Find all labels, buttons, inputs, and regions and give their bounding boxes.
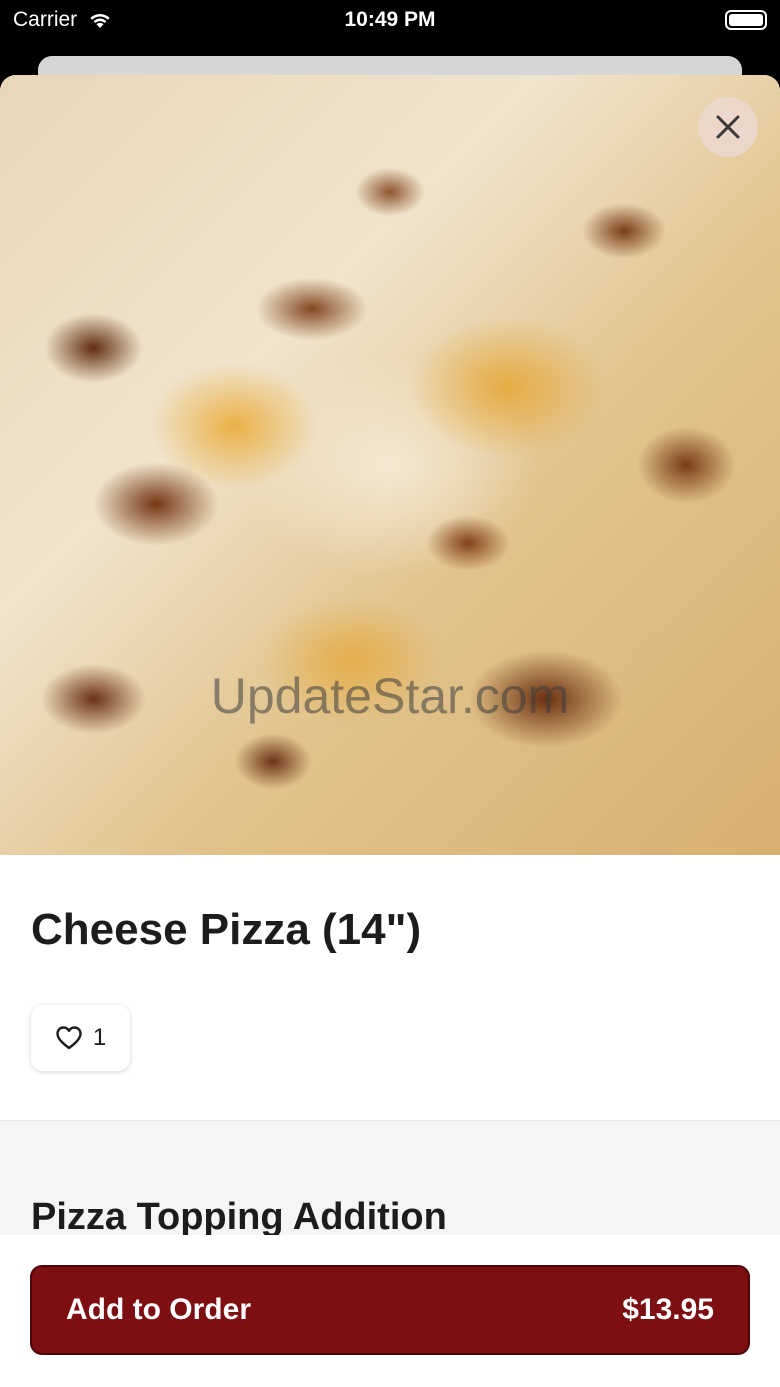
add-to-order-button[interactable]: Add to Order $13.95 — [30, 1265, 750, 1355]
like-button[interactable]: 1 — [31, 1005, 130, 1071]
like-count: 1 — [92, 1024, 107, 1051]
item-title: Cheese Pizza (14") — [31, 905, 422, 954]
screen: Carrier 10:49 PM UpdateStar.com Cheese P… — [0, 0, 780, 1387]
watermark: UpdateStar.com — [210, 668, 570, 724]
close-button[interactable] — [698, 97, 758, 157]
close-icon — [716, 115, 740, 139]
item-image: UpdateStar.com — [0, 75, 780, 855]
heart-icon — [56, 1026, 82, 1050]
footer: Add to Order $13.95 — [0, 1235, 780, 1387]
item-detail-sheet: UpdateStar.com Cheese Pizza (14") 1 Pizz… — [0, 75, 780, 1387]
status-bar: Carrier 10:49 PM — [0, 0, 780, 40]
battery-icon — [725, 10, 767, 30]
item-details: Cheese Pizza (14") 1 — [0, 905, 780, 1071]
status-time: 10:49 PM — [344, 8, 436, 31]
add-to-order-label: Add to Order — [66, 1293, 251, 1326]
price-label: $13.95 — [622, 1293, 714, 1326]
section-title: Pizza Topping Addition — [31, 1196, 447, 1238]
